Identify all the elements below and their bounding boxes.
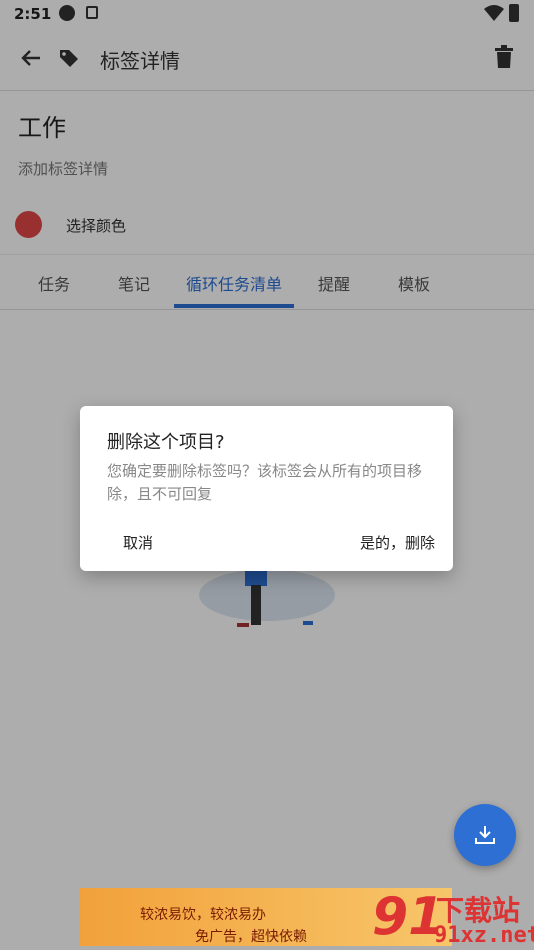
ad-text-2: 免广告，超快依赖: [195, 929, 307, 945]
cancel-button[interactable]: 取消: [123, 532, 153, 553]
download-fab[interactable]: [454, 804, 516, 866]
watermark: 91 下载站 91xz.net: [372, 885, 534, 949]
confirm-delete-button[interactable]: 是的，删除: [360, 532, 435, 553]
dialog-title: 删除这个项目?: [107, 432, 225, 453]
download-icon: [475, 826, 495, 844]
delete-confirm-dialog: 删除这个项目? 您确定要删除标签吗？该标签会从所有的项目移除，且不可回复 取消 …: [80, 406, 453, 571]
ad-text-1: 较浓易饮，较浓易办: [140, 907, 266, 923]
dialog-message: 您确定要删除标签吗？该标签会从所有的项目移除，且不可回复: [107, 462, 423, 503]
watermark-url: 91xz.net: [434, 923, 534, 948]
